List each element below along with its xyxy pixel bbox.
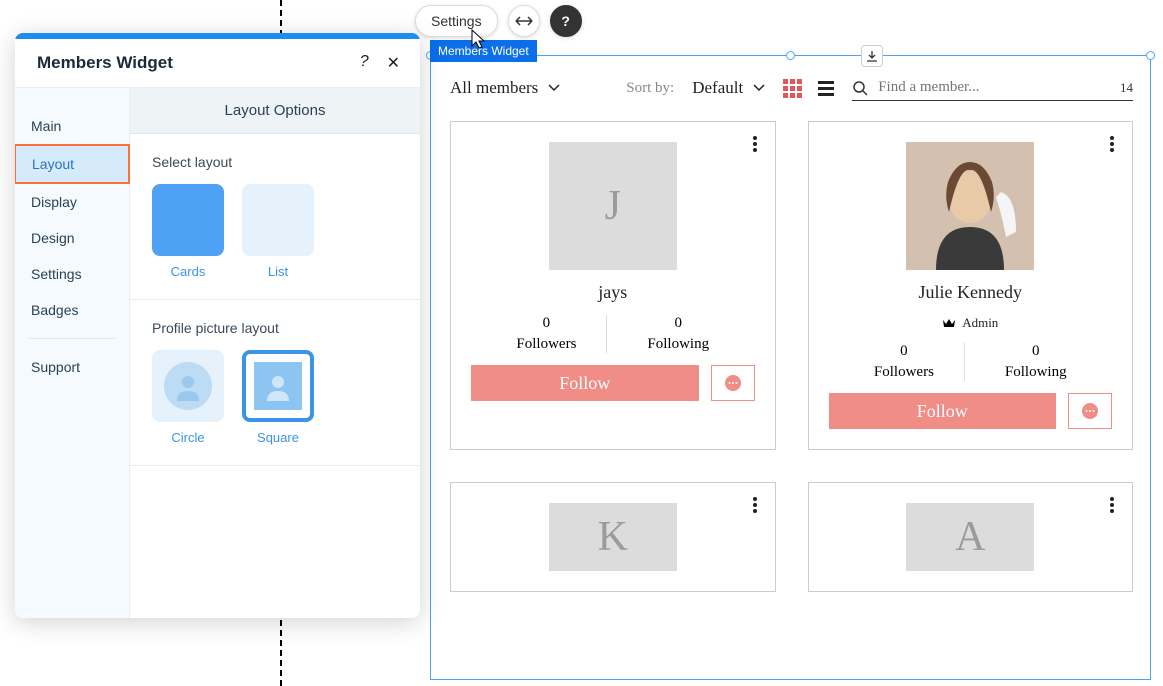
profile-option-circle[interactable]: Circle — [152, 350, 224, 445]
following-count: 0 — [675, 315, 683, 332]
card-menu-button[interactable] — [753, 497, 757, 513]
sort-dropdown[interactable]: Default — [692, 78, 765, 98]
download-icon — [866, 50, 878, 62]
avatar[interactable]: K — [549, 503, 677, 571]
panel-nav: Main Layout Display Design Settings Badg… — [15, 88, 130, 618]
followers-label: Followers — [874, 364, 934, 381]
circle-label: Circle — [171, 430, 204, 445]
editor-toolbar: Settings ? — [415, 5, 582, 37]
sort-by-label: Sort by: — [626, 80, 674, 97]
stretch-button[interactable] — [508, 5, 540, 37]
layout-options-header: Layout Options — [130, 88, 420, 134]
list-label: List — [268, 264, 288, 279]
members-grid: J jays 0 Followers 0 Following Follow — [450, 121, 1133, 592]
followers-count: 0 — [543, 315, 551, 332]
widget-header: All members Sort by: Default 14 — [450, 75, 1133, 101]
chat-button[interactable] — [1068, 393, 1112, 429]
sort-value: Default — [692, 78, 743, 98]
chevron-down-icon — [548, 84, 560, 92]
nav-design[interactable]: Design — [15, 220, 129, 256]
following-label: Following — [1005, 364, 1067, 381]
list-layout-icon — [242, 184, 314, 256]
following-label: Following — [647, 336, 709, 353]
member-stats: 0 Followers 0 Following — [864, 343, 1077, 381]
settings-panel: Members Widget ? ✕ Main Layout Display D… — [15, 33, 420, 618]
members-widget: All members Sort by: Default 14 — [450, 75, 1133, 592]
profile-picture-layout-section: Profile picture layout Circle — [130, 300, 420, 466]
avatar[interactable]: J — [549, 142, 677, 270]
search-input[interactable] — [878, 79, 1110, 96]
stretch-icon — [515, 16, 533, 26]
select-layout-section: Select layout Cards List — [130, 134, 420, 300]
resize-handle[interactable] — [1146, 51, 1155, 60]
nav-main[interactable]: Main — [15, 108, 129, 144]
member-name: jays — [598, 282, 627, 303]
member-card[interactable]: Julie Kennedy Admin 0 Followers 0 Follow… — [808, 121, 1134, 450]
chevron-down-icon — [753, 84, 765, 92]
all-members-label: All members — [450, 78, 538, 98]
select-layout-label: Select layout — [152, 154, 398, 170]
chat-icon — [1080, 402, 1100, 420]
card-menu-button[interactable] — [1110, 136, 1114, 152]
follow-button[interactable]: Follow — [471, 365, 699, 401]
search-box[interactable]: 14 — [852, 75, 1133, 101]
resize-handle[interactable] — [786, 51, 795, 60]
person-icon — [263, 371, 293, 401]
layout-option-cards[interactable]: Cards — [152, 184, 224, 279]
close-icon[interactable]: ✕ — [387, 53, 400, 73]
card-menu-button[interactable] — [753, 136, 757, 152]
card-menu-button[interactable] — [1110, 497, 1114, 513]
help-icon[interactable]: ? — [360, 53, 369, 73]
view-toggle — [783, 79, 834, 98]
nav-layout[interactable]: Layout — [15, 144, 130, 184]
panel-header: Members Widget ? ✕ — [15, 39, 420, 88]
avatar-photo — [906, 142, 1034, 270]
nav-divider — [29, 338, 115, 339]
admin-label: Admin — [962, 315, 998, 331]
avatar[interactable]: A — [906, 503, 1034, 571]
crown-icon — [942, 318, 956, 328]
person-icon — [173, 371, 203, 401]
member-count: 14 — [1120, 80, 1133, 96]
followers-count: 0 — [900, 343, 908, 360]
panel-main: Layout Options Select layout Cards L — [130, 88, 420, 618]
nav-support[interactable]: Support — [15, 349, 129, 385]
follow-button[interactable]: Follow — [829, 393, 1057, 429]
member-card[interactable]: A — [808, 482, 1134, 592]
member-stats: 0 Followers 0 Following — [506, 315, 719, 353]
list-view-icon[interactable] — [818, 81, 834, 96]
admin-badge: Admin — [942, 315, 998, 331]
member-card[interactable]: J jays 0 Followers 0 Following Follow — [450, 121, 776, 450]
nav-settings[interactable]: Settings — [15, 256, 129, 292]
layout-option-list[interactable]: List — [242, 184, 314, 279]
help-button[interactable]: ? — [550, 5, 582, 37]
widget-tab-label: Members Widget — [430, 40, 537, 62]
grid-view-icon[interactable] — [783, 79, 802, 98]
all-members-dropdown[interactable]: All members — [450, 78, 560, 98]
square-label: Square — [257, 430, 299, 445]
square-profile-icon — [242, 350, 314, 422]
member-name: Julie Kennedy — [919, 282, 1022, 303]
search-icon — [852, 80, 868, 96]
nav-display[interactable]: Display — [15, 184, 129, 220]
following-count: 0 — [1032, 343, 1040, 360]
cards-label: Cards — [171, 264, 206, 279]
member-card[interactable]: K — [450, 482, 776, 592]
circle-profile-icon — [152, 350, 224, 422]
chat-icon — [723, 374, 743, 392]
cards-layout-icon — [152, 184, 224, 256]
import-button[interactable] — [861, 45, 883, 67]
profile-picture-label: Profile picture layout — [152, 320, 398, 336]
chat-button[interactable] — [711, 365, 755, 401]
avatar[interactable] — [906, 142, 1034, 270]
followers-label: Followers — [516, 336, 576, 353]
panel-title: Members Widget — [37, 53, 173, 73]
nav-badges[interactable]: Badges — [15, 292, 129, 328]
settings-button[interactable]: Settings — [415, 5, 498, 37]
profile-option-square[interactable]: Square — [242, 350, 314, 445]
question-icon: ? — [561, 13, 570, 29]
